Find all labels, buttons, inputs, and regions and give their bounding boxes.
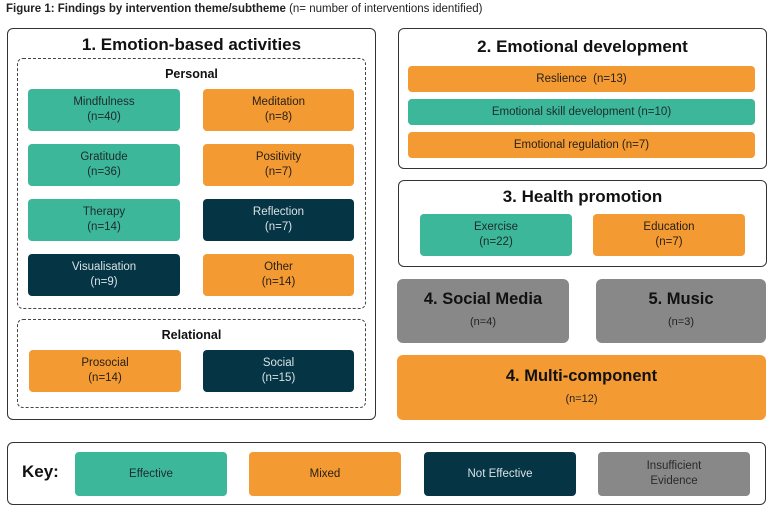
bar-emotional-regulation: Emotional regulation (n=7): [408, 132, 755, 158]
tile-count: (n=14): [261, 276, 296, 288]
legend-label: Insufficient: [646, 460, 702, 472]
subtheme-title: Personal: [165, 67, 218, 81]
theme-title: 4. Multi-component: [505, 366, 658, 385]
tile-meditation: Meditation (n=8): [203, 89, 354, 131]
bar-emotional-skill-development: Emotional skill development (n=10): [408, 99, 755, 125]
tile-label: Therapy: [82, 206, 126, 218]
legend-title: Key:: [22, 462, 59, 481]
tile-count: (n=15): [261, 372, 296, 384]
legend-not-effective: Not Effective: [424, 452, 576, 496]
tile-count: (n=40): [87, 111, 121, 123]
bar-resilience: Reslience (n=13): [408, 66, 755, 92]
tile-exercise: Exercise (n=22): [420, 214, 572, 256]
tile-label: Other: [264, 261, 293, 273]
figure-caption: Figure 1: Findings by intervention theme…: [6, 3, 482, 15]
theme-social-media: 4. Social Media (n=4): [397, 279, 569, 343]
theme-count: (n=3): [668, 316, 694, 328]
tile-label: Visualisation: [71, 261, 137, 273]
theme-title: 5. Music: [648, 290, 714, 308]
legend-insufficient-evidence: Insufficient Evidence: [598, 452, 750, 496]
tile-therapy: Therapy (n=14): [28, 199, 180, 241]
tile-count: (n=22): [479, 236, 513, 248]
bar-label: Emotional skill development (n=10): [491, 106, 672, 118]
tile-label: Education: [643, 221, 695, 233]
legend-mixed: Mixed: [249, 452, 401, 496]
theme-title: 4. Social Media: [423, 290, 543, 308]
tile-social: Social (n=15): [203, 350, 354, 392]
bar-label: Emotional regulation (n=7): [513, 139, 650, 151]
tile-visualisation: Visualisation (n=9): [28, 254, 180, 296]
tile-count: (n=36): [87, 166, 121, 178]
tile-gratitude: Gratitude (n=36): [28, 144, 180, 186]
theme-title: 3. Health promotion: [502, 187, 663, 206]
tile-label: Social: [262, 357, 295, 369]
legend-label-line2: Evidence: [650, 475, 698, 487]
legend-label: Effective: [129, 467, 173, 480]
tile-count: (n=7): [264, 221, 293, 233]
tile-label: Positivity: [255, 151, 302, 163]
tile-other: Other (n=14): [203, 254, 354, 296]
theme-title: 2. Emotional development: [477, 37, 688, 56]
tile-count: (n=8): [264, 111, 293, 123]
tile-prosocial: Prosocial (n=14): [29, 350, 181, 392]
tile-count: (n=14): [87, 221, 121, 233]
tile-count: (n=7): [655, 236, 683, 248]
tile-label: Mindfulness: [73, 96, 135, 108]
theme-music: 5. Music (n=3): [596, 279, 766, 343]
theme-count: (n=4): [470, 316, 496, 328]
bar-label: Reslience (n=13): [536, 73, 627, 85]
legend-label: Mixed: [309, 467, 341, 480]
tile-education: Education (n=7): [593, 214, 745, 256]
tile-mindfulness: Mindfulness (n=40): [28, 89, 180, 131]
caption-bold: Figure 1: Findings by intervention theme…: [6, 3, 286, 15]
tile-label: Prosocial: [81, 357, 129, 369]
tile-count: (n=9): [90, 276, 118, 288]
subtheme-title: Relational: [161, 328, 222, 342]
tile-label: Gratitude: [80, 151, 128, 163]
legend-effective: Effective: [75, 452, 227, 496]
theme-count: (n=12): [565, 392, 598, 405]
caption-normal: (n= number of interventions identified): [285, 3, 483, 15]
tile-label: Exercise: [473, 221, 519, 233]
theme-multi-component: 4. Multi-component (n=12): [397, 355, 766, 420]
tile-positivity: Positivity (n=7): [203, 144, 354, 186]
tile-label: Reflection: [252, 206, 305, 218]
tile-reflection: Reflection (n=7): [203, 199, 354, 241]
theme-title: 1. Emotion-based activities: [81, 35, 302, 54]
tile-count: (n=14): [88, 372, 122, 384]
legend-label: Not Effective: [467, 467, 533, 480]
tile-count: (n=7): [264, 166, 293, 178]
tile-label: Meditation: [251, 96, 306, 108]
